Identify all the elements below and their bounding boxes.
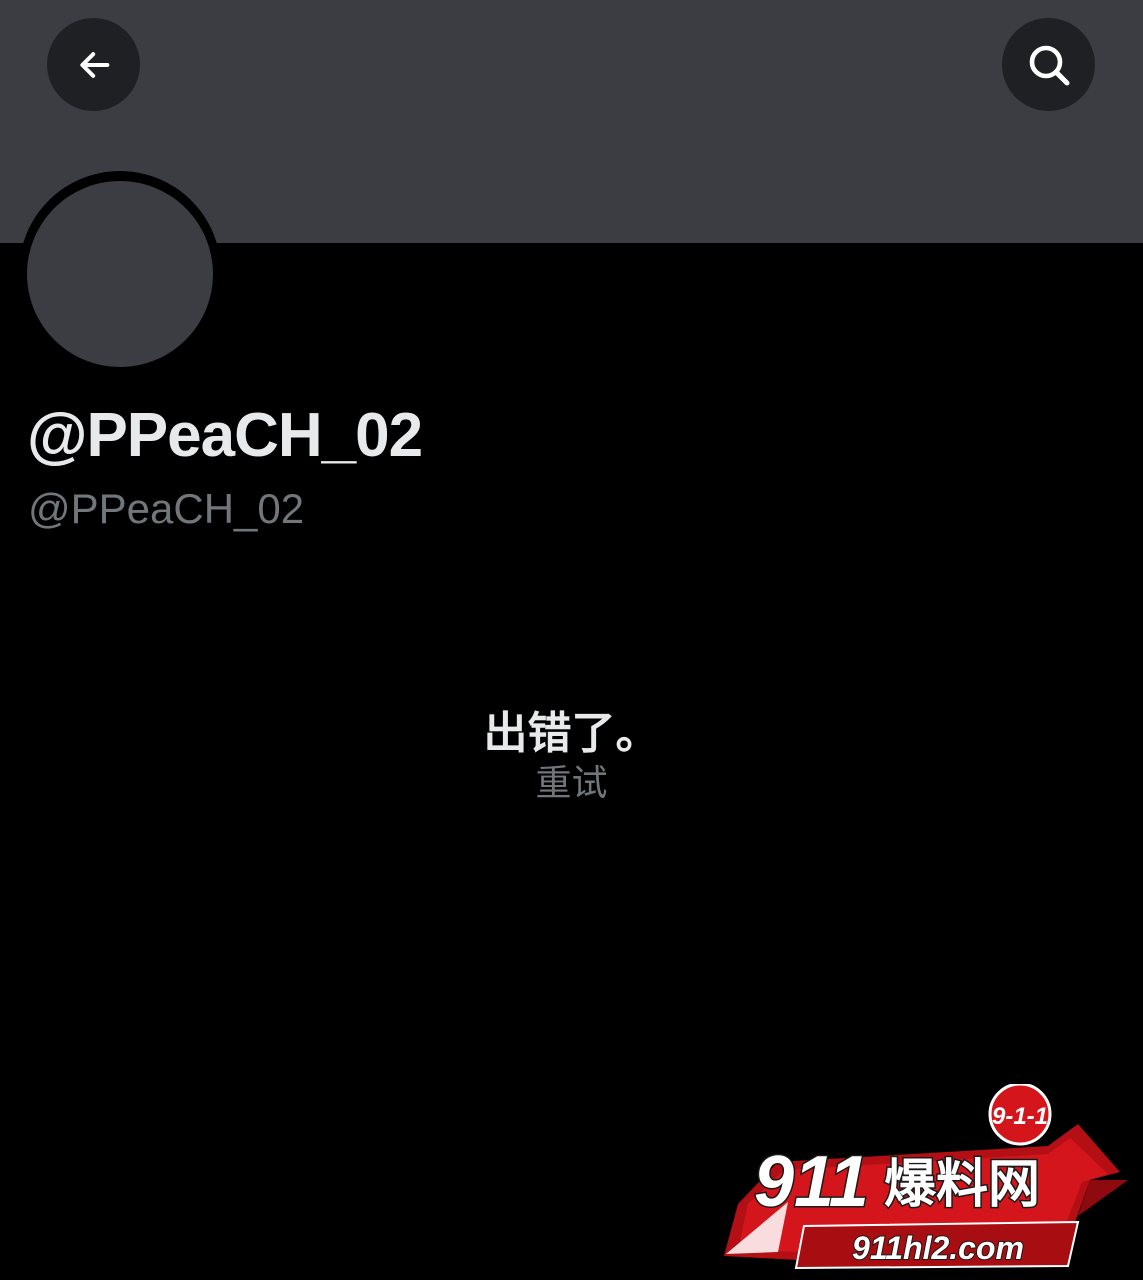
back-button[interactable] (47, 18, 140, 111)
search-icon (1025, 41, 1073, 89)
watermark-badge-text: 9-1-1 (992, 1103, 1048, 1130)
search-button[interactable] (1002, 18, 1095, 111)
arrow-left-icon (74, 45, 114, 85)
retry-button[interactable]: 重试 (535, 762, 607, 806)
profile-page: @PPeaCH_02 @PPeaCH_02 出错了。 重试 9-1-1 911 … (0, 0, 1143, 1280)
error-message: 出错了。 (483, 708, 660, 759)
site-watermark-logo: 9-1-1 911 爆料网 911hl2.com (718, 1084, 1134, 1274)
error-state: 出错了。 重试 (0, 706, 1143, 806)
watermark-brand-name: 爆料网 (884, 1155, 1040, 1215)
profile-handle: @PPeaCH_02 (28, 485, 305, 532)
avatar-ring (19, 171, 221, 373)
watermark-url: 911hl2.com (852, 1230, 1024, 1266)
profile-display-name: @PPeaCH_02 (27, 401, 423, 470)
watermark-brand-number: 911 (754, 1142, 869, 1222)
avatar[interactable] (27, 181, 213, 367)
